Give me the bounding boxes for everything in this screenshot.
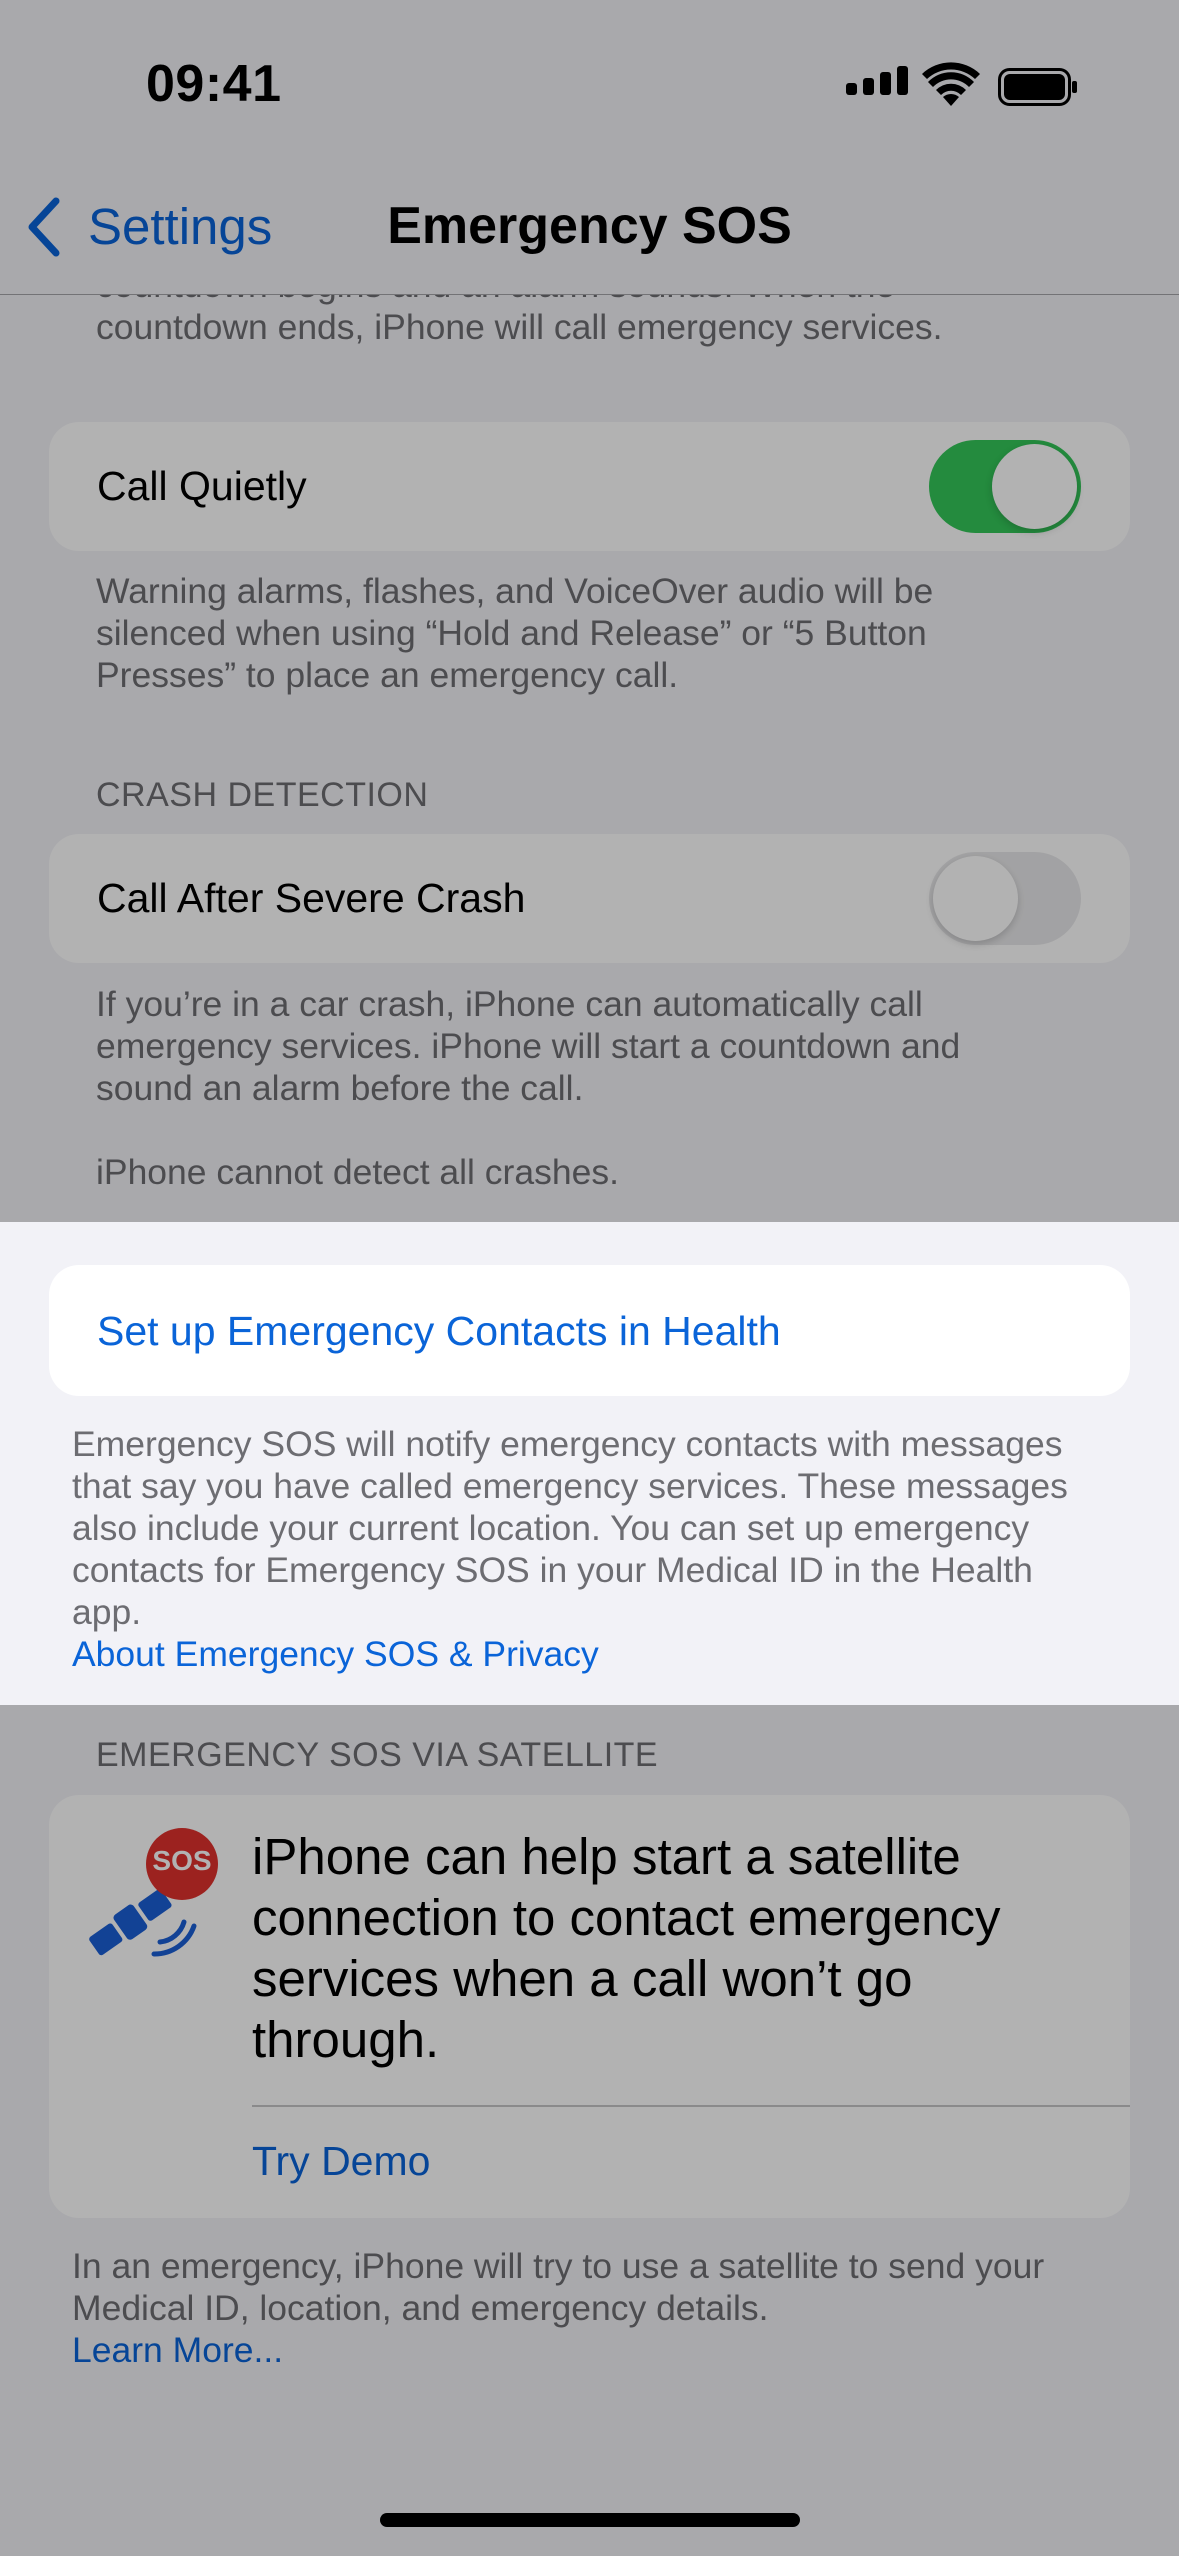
satellite-description: iPhone can help start a satellite connec… — [252, 1828, 1001, 2068]
call-quietly-label: Call Quietly — [97, 463, 307, 509]
call-after-crash-toggle[interactable] — [929, 852, 1081, 945]
wifi-icon — [922, 62, 980, 106]
emergency-contacts-footer: Emergency SOS will notify emergency cont… — [72, 1424, 1068, 1632]
scroll-content[interactable]: countdown begins and an alarm sounds. Wh… — [0, 295, 1179, 2556]
sos-badge: SOS — [152, 1845, 212, 1876]
home-indicator[interactable] — [380, 2513, 800, 2527]
call-quietly-toggle[interactable] — [929, 440, 1081, 533]
battery-icon — [998, 68, 1077, 106]
try-demo-link[interactable]: Try Demo — [252, 2138, 430, 2185]
card-divider — [252, 2105, 1130, 2107]
satellite-footer: In an emergency, iPhone will try to use … — [72, 2246, 1045, 2328]
learn-more-link[interactable]: Learn More... — [72, 2329, 1032, 2371]
call-after-crash-label: Call After Severe Crash — [97, 875, 526, 921]
setup-emergency-contacts-link[interactable]: Set up Emergency Contacts in Health — [97, 1308, 781, 1355]
crash-detection-footer: If you’re in a car crash, iPhone can aut… — [96, 984, 961, 1108]
toggle-knob — [933, 856, 1018, 941]
status-time: 09:41 — [146, 55, 282, 113]
crash-detection-note: iPhone cannot detect all crashes. — [96, 1152, 619, 1192]
call-quietly-footer: Warning alarms, flashes, and VoiceOver a… — [96, 571, 934, 695]
cellular-signal-icon — [846, 66, 908, 95]
satellite-header: EMERGENCY SOS VIA SATELLITE — [96, 1736, 659, 1774]
crash-detection-header: CRASH DETECTION — [96, 776, 429, 814]
countdown-footer: countdown begins and an alarm sounds. Wh… — [96, 295, 943, 347]
page-title: Emergency SOS — [387, 197, 792, 255]
privacy-link[interactable]: About Emergency SOS & Privacy — [72, 1633, 1032, 1675]
toggle-knob — [992, 444, 1077, 529]
